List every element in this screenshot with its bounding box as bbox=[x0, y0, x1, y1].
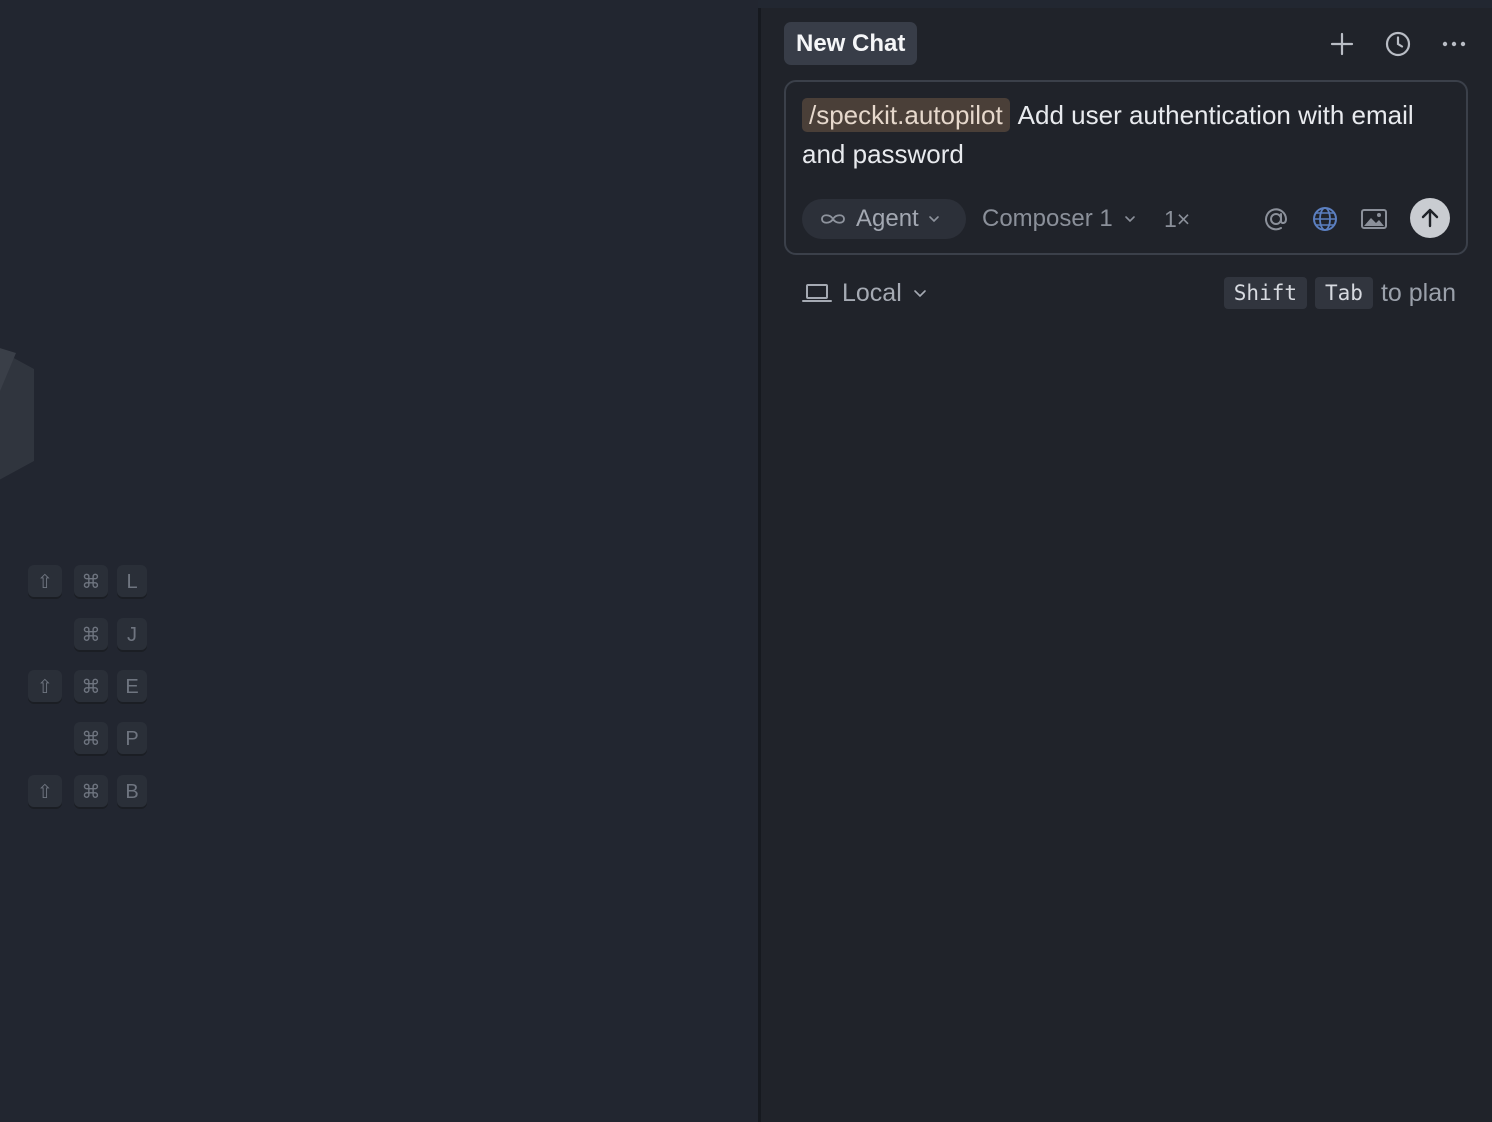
shortcut-key: J bbox=[117, 618, 147, 652]
web-search-toggle[interactable] bbox=[1306, 200, 1344, 238]
composer-footer: Local Shift Tab to plan bbox=[784, 274, 1468, 312]
chat-panel: New Chat /speckit.autopilot Add user auth… bbox=[761, 8, 1492, 1122]
command-icon: ⌘ bbox=[74, 722, 108, 756]
laptop-icon bbox=[802, 284, 832, 302]
speed-label: 1× bbox=[1164, 205, 1191, 232]
model-label: Composer 1 bbox=[982, 205, 1113, 232]
at-mention-icon bbox=[1265, 208, 1288, 231]
mention-button[interactable] bbox=[1257, 200, 1295, 238]
shift-icon: ⇧ bbox=[28, 565, 62, 599]
prompt-input[interactable]: /speckit.autopilot Add user authenticatio… bbox=[802, 96, 1452, 174]
command-icon: ⌘ bbox=[74, 670, 108, 704]
tab-new-chat[interactable]: New Chat bbox=[784, 22, 918, 65]
image-icon bbox=[1361, 209, 1387, 229]
shortcut-key: B bbox=[117, 775, 147, 809]
chevron-down-icon bbox=[913, 290, 926, 298]
command-icon: ⌘ bbox=[74, 565, 108, 599]
slash-command-chip[interactable]: /speckit.autopilot bbox=[802, 98, 1010, 132]
agent-mode-select[interactable]: Agent bbox=[802, 199, 966, 239]
command-icon: ⌘ bbox=[74, 618, 108, 652]
shift-icon: ⇧ bbox=[28, 670, 62, 704]
globe-icon bbox=[1313, 207, 1337, 231]
shortcut-key: P bbox=[117, 722, 147, 756]
shift-icon: ⇧ bbox=[28, 775, 62, 809]
speed-multiplier[interactable]: 1× bbox=[1164, 199, 1190, 239]
shortcut-key: L bbox=[117, 565, 147, 599]
shift-key-badge: Shift bbox=[1223, 277, 1307, 309]
tab-title: New Chat bbox=[796, 29, 906, 57]
chat-composer[interactable]: /speckit.autopilot Add user authenticatio… bbox=[784, 80, 1468, 255]
chevron-down-icon bbox=[928, 216, 939, 223]
arrow-up-icon bbox=[1421, 208, 1439, 228]
plus-icon bbox=[1330, 32, 1354, 56]
tab-key-badge: Tab bbox=[1315, 277, 1373, 309]
chat-history-button[interactable] bbox=[1380, 26, 1416, 62]
app-window: ⇧ ⌘ L ⌘ J ⇧ ⌘ E ⌘ P ⇧ ⌘ B New Chat /spec… bbox=[0, 0, 1492, 1122]
agent-mode-label: Agent bbox=[856, 205, 919, 232]
plan-mode-hint: Shift Tab to plan bbox=[1223, 274, 1456, 312]
cursor-logo-icon bbox=[0, 348, 34, 480]
command-icon: ⌘ bbox=[74, 775, 108, 809]
more-ellipsis-icon bbox=[1442, 41, 1466, 47]
new-chat-button[interactable] bbox=[1324, 26, 1360, 62]
infinity-icon bbox=[821, 214, 845, 224]
environment-label: Local bbox=[842, 278, 902, 307]
shortcut-key: E bbox=[117, 670, 147, 704]
environment-select[interactable]: Local bbox=[802, 274, 928, 312]
history-clock-icon bbox=[1385, 31, 1411, 57]
send-button[interactable] bbox=[1410, 198, 1450, 238]
chevron-down-icon bbox=[1124, 216, 1135, 223]
more-options-button[interactable] bbox=[1436, 26, 1472, 62]
plan-hint-text: to plan bbox=[1380, 278, 1456, 307]
model-select[interactable]: Composer 1 bbox=[982, 199, 1137, 239]
editor-empty-state: ⇧ ⌘ L ⌘ J ⇧ ⌘ E ⌘ P ⇧ ⌘ B bbox=[0, 0, 758, 1122]
attach-image-button[interactable] bbox=[1355, 200, 1393, 238]
